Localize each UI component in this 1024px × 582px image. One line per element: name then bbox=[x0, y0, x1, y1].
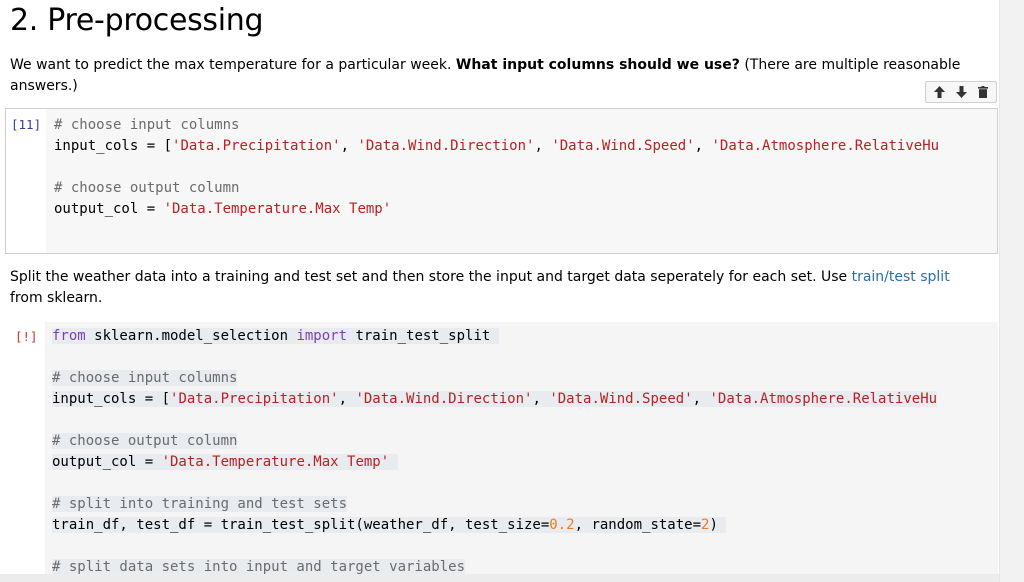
code-line: train_df, test_df = train_test_split(wea… bbox=[52, 517, 727, 533]
cell-toolbar bbox=[925, 81, 997, 103]
code-text[interactable]: from sklearn.model_selection import trai… bbox=[52, 326, 938, 578]
code-line: input_cols = ['Data.Precipitation', 'Dat… bbox=[52, 391, 938, 407]
horizontal-scrollbar[interactable] bbox=[0, 574, 1000, 582]
code-line: output_col = 'Data.Temperature.Max Temp' bbox=[52, 454, 398, 470]
split-text-tail: from sklearn. bbox=[10, 290, 103, 306]
vertical-scrollbar[interactable] bbox=[999, 0, 1024, 582]
code-line: from sklearn.model_selection import trai… bbox=[52, 328, 499, 344]
train-test-split-link[interactable]: train/test split bbox=[852, 269, 950, 285]
notebook-page: 2. Pre-processing We want to predict the… bbox=[0, 0, 1024, 582]
markdown-cell-question: We want to predict the max temperature f… bbox=[10, 55, 980, 97]
question-bold: What input columns should we use? bbox=[455, 57, 740, 73]
question-text: We want to predict the max temperature f… bbox=[10, 57, 456, 73]
code-comment: # choose input columns bbox=[52, 370, 238, 386]
code-comment: # choose output column bbox=[52, 433, 238, 449]
split-text: Split the weather data into a training a… bbox=[10, 269, 852, 285]
code-comment: # choose output column bbox=[54, 180, 240, 196]
section-title: 2. Pre-processing bbox=[10, 3, 264, 38]
cell-prompt: [11] bbox=[11, 117, 42, 132]
cell-prompt: [!] bbox=[15, 329, 38, 344]
trash-icon[interactable] bbox=[975, 84, 991, 100]
code-comment: # split into training and test sets bbox=[52, 496, 348, 512]
code-line: output_col = 'Data.Temperature.Max Temp' bbox=[54, 201, 392, 217]
code-comment: # choose input columns bbox=[54, 117, 240, 133]
code-text[interactable]: # choose input columns input_cols = ['Da… bbox=[54, 115, 939, 220]
code-comment: # split data sets into input and target … bbox=[52, 559, 466, 575]
code-line: input_cols = ['Data.Precipitation', 'Dat… bbox=[54, 138, 940, 154]
markdown-cell-split: Split the weather data into a training a… bbox=[10, 267, 980, 309]
move-up-icon[interactable] bbox=[932, 84, 948, 100]
move-down-icon[interactable] bbox=[953, 84, 969, 100]
